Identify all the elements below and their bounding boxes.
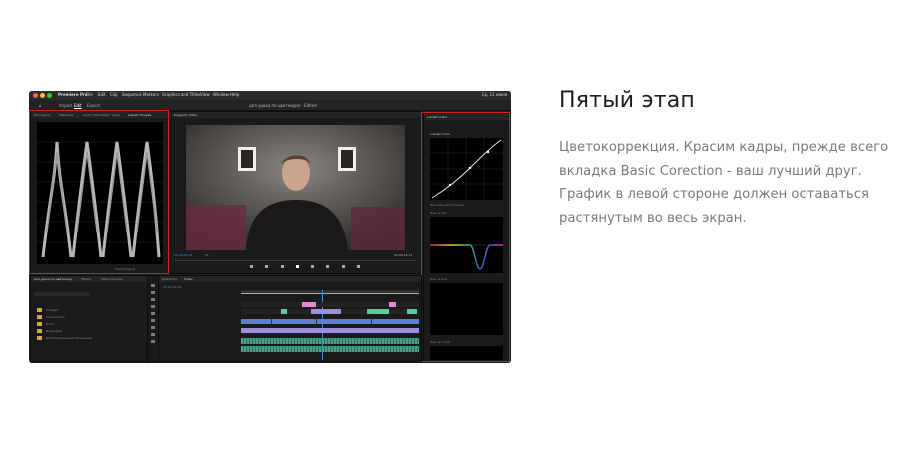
step-title: Пятый этап: [559, 88, 696, 113]
menu-graphics[interactable]: Graphics and Titles: [162, 92, 200, 97]
video-frame: [186, 125, 405, 250]
folder-icon: [37, 322, 42, 326]
tab-import[interactable]: Import: [59, 103, 72, 108]
step-forward-icon[interactable]: [311, 265, 315, 268]
tab-export[interactable]: Export: [87, 103, 100, 108]
zoom-window-icon[interactable]: [47, 93, 52, 98]
mac-menu-bar: Premiere Pro File Edit Clip Sequence Mar…: [29, 91, 511, 100]
menu-view[interactable]: View: [200, 92, 210, 97]
menu-help[interactable]: Help: [230, 92, 239, 97]
mark-out-icon[interactable]: [265, 265, 269, 268]
program-monitor: Program: Video 00:02:09:16 Fit 00:00:14:…: [169, 111, 422, 274]
menu-edit[interactable]: Edit: [98, 92, 106, 97]
clip[interactable]: [281, 309, 287, 314]
track-a2: [241, 346, 419, 352]
tool-icons[interactable]: [151, 284, 155, 344]
minimize-window-icon[interactable]: [40, 93, 45, 98]
overwrite-icon[interactable]: [341, 265, 345, 268]
tab-video-sequence[interactable]: Video: [184, 277, 192, 281]
tab-edit[interactable]: Edit: [74, 103, 82, 108]
work-area-bar[interactable]: [241, 293, 419, 294]
insert-icon[interactable]: [326, 265, 330, 268]
timeline-timecode[interactable]: 00:02:09:16: [163, 285, 181, 289]
program-tabbar: Program: Video: [170, 112, 421, 118]
scopes-highlight: [29, 110, 169, 274]
timeline-panel: Reference Video 00:02:09:16: [158, 275, 422, 363]
menu-clip[interactable]: Clip: [110, 92, 118, 97]
folder-icon: [37, 315, 42, 319]
clip[interactable]: [407, 309, 417, 314]
tab-program-video[interactable]: Program: Video: [174, 113, 197, 117]
step-back-icon[interactable]: [280, 265, 284, 268]
lumetri-highlight: [421, 112, 510, 362]
menu-sequence[interactable]: Sequence: [122, 92, 142, 97]
project-search-input[interactable]: [34, 292, 89, 296]
clock: Ср, 11 июня: [481, 92, 507, 97]
document-title: для урока по цветкоррe - Edited: [249, 103, 317, 108]
tab-effects[interactable]: Effects: [81, 277, 91, 281]
mark-in-icon[interactable]: [250, 265, 253, 268]
track-v1: [241, 319, 419, 324]
fit-dropdown[interactable]: Fit: [205, 253, 209, 257]
folder-icon: [37, 308, 42, 312]
project-panel: для урока по цветокору Effects Media Bro…: [30, 275, 148, 363]
tab-media-browser[interactable]: Media Browser: [101, 277, 123, 281]
playhead-bar[interactable]: [174, 260, 417, 261]
transport-controls: [250, 265, 360, 270]
duration-timecode: 00:00:14:11: [394, 253, 413, 257]
tab-project[interactable]: для урока по цветокору: [34, 277, 72, 281]
clip[interactable]: [302, 302, 316, 307]
play-icon[interactable]: [295, 265, 299, 268]
track-v0: [241, 328, 419, 333]
project-tabbar: для урока по цветокору Effects Media Bro…: [31, 276, 147, 282]
program-timecode[interactable]: 00:02:09:16: [174, 253, 192, 257]
clip[interactable]: [311, 309, 341, 314]
home-icon[interactable]: ⌂: [39, 103, 42, 108]
folder-icon: [37, 336, 42, 340]
app-name[interactable]: Premiere Pro: [58, 92, 88, 97]
menu-file[interactable]: File: [86, 92, 93, 97]
premiere-screenshot: Premiere Pro File Edit Clip Sequence Mar…: [29, 91, 511, 363]
menu-window[interactable]: Window: [213, 92, 229, 97]
track-v3: [241, 302, 419, 307]
tab-reference[interactable]: Reference: [162, 277, 177, 281]
export-frame-icon[interactable]: [356, 265, 360, 268]
step-description: Цветокоррекция. Красим кадры, прежде все…: [559, 140, 889, 226]
track-a1: [241, 338, 419, 344]
clip[interactable]: [389, 302, 396, 307]
track-v2: [241, 309, 419, 314]
menu-markers[interactable]: Markers: [143, 92, 159, 97]
folder-icon: [37, 329, 42, 333]
clip[interactable]: [367, 309, 389, 314]
timeline-tabbar: Reference Video: [159, 276, 421, 282]
video-still: [186, 125, 405, 250]
close-window-icon[interactable]: [33, 93, 38, 98]
